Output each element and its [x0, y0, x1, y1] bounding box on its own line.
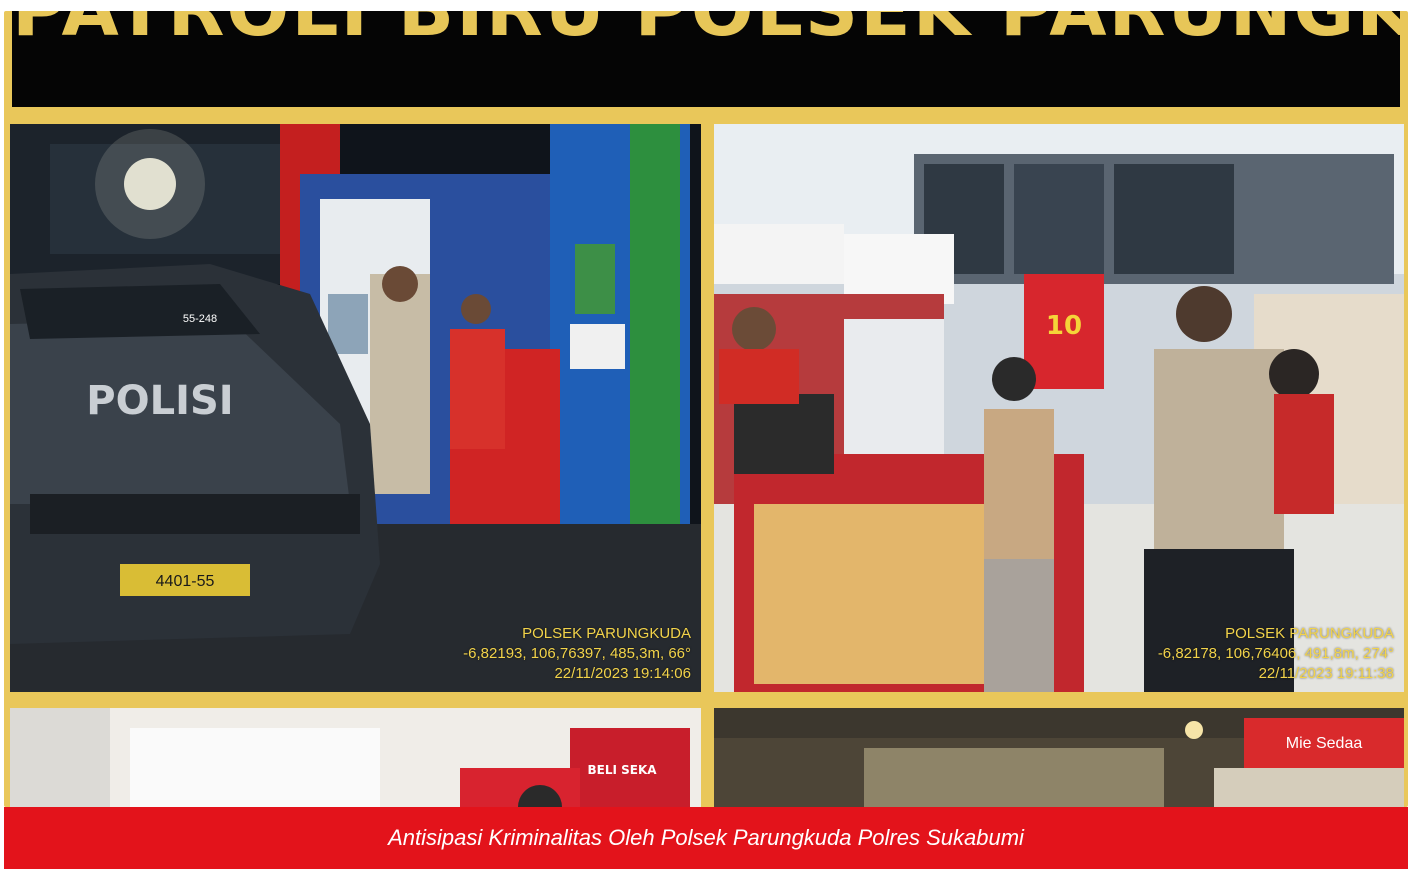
stamp-org: POLSEK PARUNGKUDA [1225, 625, 1394, 642]
license-plate: 4401-55 [156, 573, 215, 590]
storefront-scene: Mie Sedaa [714, 708, 1404, 807]
store-sign-text: BELI SEKA [587, 763, 657, 777]
minimarket-scene: 10 [714, 124, 1404, 692]
photo-2-stamp: POLSEK PARUNGKUDA -6,82178, 106,76406, 4… [1158, 624, 1394, 684]
caption-bar: Antisipasi Kriminalitas Oleh Polsek Paru… [4, 807, 1408, 869]
caption-text: Antisipasi Kriminalitas Oleh Polsek Paru… [388, 825, 1024, 850]
photo-gas-station-patrol: 4401-55 POLISI 55-248 POLSEK PARUNGKUDA … [10, 124, 701, 692]
store-interior-scene: BELI SEKA [10, 708, 701, 807]
photo-storefront: Mie Sedaa [714, 708, 1404, 807]
stamp-time: 22/11/2023 19:14:06 [554, 665, 691, 682]
stamp-time: 22/11/2023 19:11:38 [1258, 665, 1394, 682]
stamp-org: POLSEK PARUNGKUDA [522, 625, 691, 642]
promo-number: 10 [1046, 311, 1082, 341]
car-roof-code: 55-248 [183, 313, 217, 325]
photo-1-stamp: POLSEK PARUNGKUDA -6,82193, 106,76397, 4… [463, 624, 691, 684]
photo-collage: PATROLI BIRU POLSEK PARUNGKUDA [4, 11, 1408, 807]
stamp-coords: -6,82178, 106,76406, 491,8m, 274° [1157, 645, 1394, 662]
photo-minimarket-patrol: 10 POLSEK PARUNGKUDA -6,82178, 106,76406… [714, 124, 1404, 692]
photo-store-interior: BELI SEKA [10, 708, 701, 807]
car-polisi-text: POLISI [86, 378, 233, 424]
storefront-sign-text: Mie Sedaa [1286, 735, 1363, 752]
gas-station-scene: 4401-55 POLISI 55-248 [10, 124, 701, 692]
stamp-coords: -6,82193, 106,76397, 485,3m, 66° [463, 645, 691, 662]
banner: PATROLI BIRU POLSEK PARUNGKUDA [12, 11, 1400, 107]
banner-title: PATROLI BIRU POLSEK PARUNGKUDA [12, 11, 1400, 53]
